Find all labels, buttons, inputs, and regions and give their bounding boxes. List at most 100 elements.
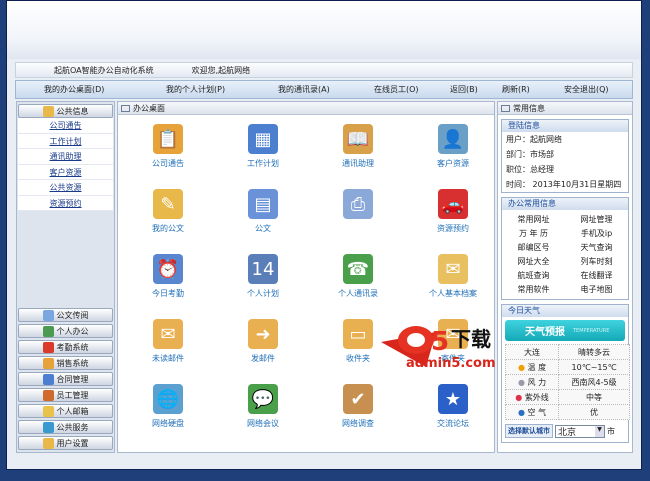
document-edit-icon: ✎: [153, 189, 183, 219]
sidebar-module-button[interactable]: 个人办公: [18, 324, 113, 338]
login-user: 用户：起航网络: [506, 135, 562, 144]
uv-icon: ●: [515, 392, 525, 402]
module-icon: [42, 325, 54, 337]
car-icon: 🚗: [438, 189, 468, 219]
network-drive-icon: 🌐: [153, 384, 183, 414]
desktop-tile[interactable]: 14 个人计划: [223, 254, 303, 299]
calendar-14-icon: 14: [248, 254, 278, 284]
desktop-panel: 办公桌面 📋 公司通告 ▦ 工作计划 📖 通讯助理 👤 客户资源 ✎ 我的公文 ▤ 公文 ⎙ 🚗 资源预约 ⏰…: [117, 101, 496, 453]
send-mail-icon: ➜: [248, 319, 278, 349]
sidebar-link[interactable]: 工作计划: [18, 134, 113, 149]
sidebar-link[interactable]: 公共资源: [18, 180, 113, 196]
office-link[interactable]: 万 年 历: [502, 228, 565, 239]
office-link[interactable]: 邮编区号: [502, 242, 565, 253]
desktop-tile[interactable]: 👤 客户资源: [413, 124, 493, 169]
notice-icon: 📋: [153, 124, 183, 154]
sidebar-module-button[interactable]: 个人邮箱: [18, 404, 113, 418]
desktop-tile[interactable]: ✔ 网络调查: [318, 384, 398, 429]
title-bar: 起航OA智能办公自动化系统 欢迎您,起航网络: [15, 62, 633, 78]
office-link[interactable]: 在线翻译: [565, 270, 628, 281]
desktop-tile[interactable]: ★ 交流论坛: [413, 384, 493, 429]
desktop-tile[interactable]: ⎙: [318, 189, 398, 223]
desktop-tile[interactable]: ▦ 工作计划: [223, 124, 303, 169]
sidebar-module-button[interactable]: 销售系统: [18, 356, 113, 370]
sidebar-link[interactable]: 客户资源: [18, 165, 113, 180]
weather-banner: 天气预报 TEMPERATURE: [505, 320, 625, 341]
tile-label: 我的公文: [152, 224, 184, 233]
nav-item-5[interactable]: 刷新(R): [502, 84, 530, 95]
sidebar-module-button[interactable]: 用户设置: [18, 436, 113, 450]
svg-text:下载: 下载: [451, 327, 491, 351]
panel-icon: [501, 104, 510, 112]
public-info-list: 公司通告 工作计划 通讯助理 客户资源 公共资源 资源预约: [18, 118, 113, 211]
sidebar-link[interactable]: 通讯助理: [18, 149, 113, 165]
folder-icon: [42, 105, 54, 117]
sidebar-module-button[interactable]: 公共服务: [18, 420, 113, 434]
nav-item-1[interactable]: 我的个人计划(P): [166, 84, 225, 95]
office-link[interactable]: 手机及ip: [565, 228, 628, 239]
sun-icon: ●: [518, 362, 528, 372]
nav-item-4[interactable]: 返回(B): [450, 84, 478, 95]
office-link[interactable]: 天气查询: [565, 242, 628, 253]
svg-text:5: 5: [431, 327, 449, 357]
module-icon: [42, 389, 54, 401]
desktop-tile[interactable]: 📖 通讯助理: [318, 124, 398, 169]
login-dept: 部门：市场部: [506, 150, 554, 159]
sidebar-module-button[interactable]: 合同管理: [18, 372, 113, 386]
app-window: 起航OA智能办公自动化系统 欢迎您,起航网络 我的办公桌面(D) 我的个人计划(P…: [6, 0, 642, 470]
city-select[interactable]: 北京 ▼: [555, 424, 605, 438]
sidebar-link[interactable]: 资源预约: [18, 196, 113, 211]
module-icon: [42, 341, 54, 353]
calendar-icon: ▦: [248, 124, 278, 154]
sidebar-module-button[interactable]: 考勤系统: [18, 340, 113, 354]
weather-row: ● 温 度 10℃~15℃: [504, 359, 630, 375]
documents-icon: ▤: [248, 189, 278, 219]
desktop-tile[interactable]: ➜ 发邮件: [223, 319, 303, 364]
login-info-box: 登陆信息 用户：起航网络 部门：市场部 职位：总经理 时间： 2013年10月3…: [501, 119, 629, 193]
tile-label: 今日考勤: [152, 289, 184, 298]
chevron-down-icon: ▼: [595, 425, 604, 437]
svg-text:admin5.com: admin5.com: [406, 356, 496, 371]
desktop-tile[interactable]: ▤ 公文: [223, 189, 303, 234]
panel-title: 办公桌面: [133, 103, 165, 113]
desktop-tile[interactable]: ☎ 个人通讯录: [318, 254, 398, 299]
welcome-text: 欢迎您,起航网络: [191, 65, 251, 75]
header-banner: [7, 1, 641, 59]
desktop-tile[interactable]: ✎ 我的公文: [128, 189, 208, 234]
office-link[interactable]: 网址管理: [565, 214, 628, 225]
tile-label: 网络硬盘: [152, 419, 184, 428]
office-link[interactable]: 网址大全: [502, 256, 565, 267]
office-link[interactable]: 列车时刻: [565, 256, 628, 267]
office-info-box: 办公常用信息 常用网址 网址管理万 年 历手机及ip 邮编区号 天气查询 网址大全 列车时…: [501, 197, 629, 300]
tile-label: 发邮件: [251, 354, 275, 363]
nav-item-6[interactable]: 安全退出(Q): [564, 84, 609, 95]
module-icon: [42, 373, 54, 385]
office-link[interactable]: 航班查询: [502, 270, 565, 281]
desktop-tile[interactable]: 📋 公司通告: [128, 124, 208, 169]
weather-row: ● 紫外线 中等: [504, 389, 630, 405]
office-link[interactable]: 常用网址: [502, 214, 565, 225]
nav-item-3[interactable]: 在线员工(O): [374, 84, 419, 95]
desktop-tile[interactable]: 💬 网络会议: [223, 384, 303, 429]
office-link[interactable]: 电子地图: [565, 284, 628, 295]
choose-default-city-button[interactable]: 选择默认城市: [505, 424, 553, 438]
nav-item-0[interactable]: 我的办公桌面(D): [44, 84, 104, 95]
nav-item-2[interactable]: 我的通讯录(A): [278, 84, 330, 95]
panel-icon: [121, 104, 130, 112]
desktop-tile[interactable]: 🌐 网络硬盘: [128, 384, 208, 429]
tile-label: 资源预约: [437, 224, 469, 233]
weather-row: ● 空 气优: [504, 404, 630, 420]
desktop-tile[interactable]: ⏰ 今日考勤: [128, 254, 208, 299]
sidebar-link[interactable]: 公司通告: [18, 118, 113, 134]
tile-label: 未读邮件: [152, 354, 184, 363]
sidebar-module-button[interactable]: 员工管理: [18, 388, 113, 402]
desktop-tile[interactable]: ✉ 个人基本档案: [413, 254, 493, 299]
tile-label: 公文: [255, 224, 271, 233]
desktop-tile[interactable]: 🚗 资源预约: [413, 189, 493, 234]
tile-label: 个人通讯录: [338, 289, 378, 298]
sidebar-public-info-button[interactable]: 公共信息: [18, 104, 113, 118]
module-icon: [42, 357, 54, 369]
sidebar-module-button[interactable]: 公文传阅: [18, 308, 113, 322]
office-link[interactable]: 常用软件: [502, 284, 565, 295]
desktop-tile[interactable]: ✉ 未读邮件: [128, 319, 208, 364]
